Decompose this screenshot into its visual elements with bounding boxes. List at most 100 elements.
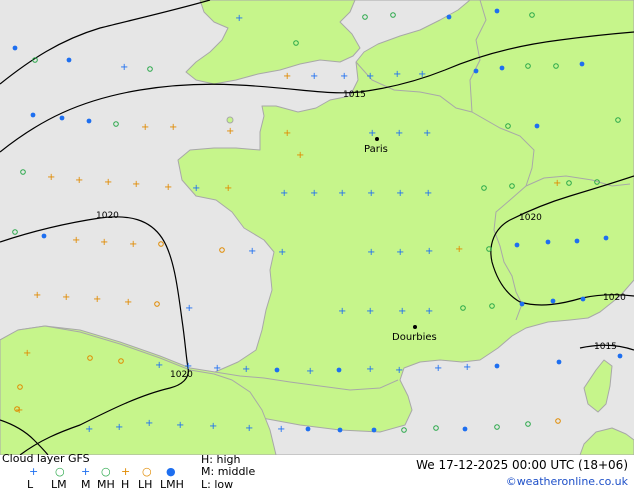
cloud-plus-icon: + (306, 366, 314, 377)
isobar-label: 1015 (594, 342, 617, 352)
cloud-orange-plus-icon: + (124, 297, 132, 308)
cloud-plus-icon: + (367, 188, 375, 199)
cloud-plus-icon: + (209, 421, 217, 432)
cloud-plus-icon: + (366, 364, 374, 375)
cloud-dot-icon (556, 359, 562, 365)
cloud-orange-plus-icon: + (455, 244, 463, 255)
blue-plus-icon: + (29, 465, 39, 478)
cloud-plus-icon: + (192, 183, 200, 194)
cloud-plus-icon: + (245, 423, 253, 434)
credit-link[interactable]: ©weatheronline.co.uk (506, 476, 628, 488)
legend-key-low: L: low (201, 478, 234, 491)
legend-code: H (121, 478, 130, 491)
cloud-plus-icon: + (310, 188, 318, 199)
isobar-label: 1015 (343, 90, 366, 100)
cloud-plus-icon: + (213, 363, 221, 374)
legend-code: LM (51, 478, 67, 491)
cloud-plus-icon: + (395, 128, 403, 139)
map-panel: 1015 1020 1020 1020 1020 1015 Paris Dour… (0, 0, 634, 455)
cloud-dot-icon (371, 427, 377, 433)
cloud-dot-icon (545, 239, 551, 245)
cloud-plus-icon: + (242, 364, 250, 375)
cloud-orange-plus-icon: + (283, 71, 291, 82)
cloud-plus-icon: + (338, 188, 346, 199)
legend-code: M (81, 478, 91, 491)
cloud-plus-icon: + (338, 306, 346, 317)
cloud-orange-plus-icon: + (226, 126, 234, 137)
cloud-dot-icon (336, 367, 342, 373)
cloud-plus-icon: + (120, 62, 128, 73)
cloud-dot-icon (534, 123, 540, 129)
cloud-plus-icon: + (176, 420, 184, 431)
legend-code: LMH (160, 478, 184, 491)
cloud-plus-icon: + (145, 418, 153, 429)
cloud-dot-icon (274, 367, 280, 373)
cloud-plus-icon: + (277, 424, 285, 435)
isobar-label: 1020 (519, 213, 542, 223)
cloud-orange-plus-icon: + (75, 175, 83, 186)
cloud-dot-icon (41, 233, 47, 239)
cloud-dot-icon (30, 112, 36, 118)
blue-dot-icon: ● (166, 465, 176, 478)
cloud-plus-icon: + (115, 422, 123, 433)
orange-ring-icon: ○ (142, 465, 152, 478)
cloud-plus-icon: + (424, 188, 432, 199)
cloud-plus-icon: + (367, 247, 375, 258)
cloud-dot-icon (580, 296, 586, 302)
cloud-layer-map: 1015 1020 1020 1020 1020 1015 Paris Dour… (0, 0, 634, 455)
cloud-plus-icon: + (248, 246, 256, 257)
city-label-dourbies: Dourbies (392, 332, 437, 343)
cloud-dot-icon (446, 14, 452, 20)
cloud-plus-icon: + (463, 362, 471, 373)
cloud-plus-icon: + (418, 69, 426, 80)
cloud-orange-plus-icon: + (72, 235, 80, 246)
isobar-label: 1020 (96, 211, 119, 221)
cloud-plus-icon: + (85, 424, 93, 435)
cloud-orange-plus-icon: + (93, 294, 101, 305)
legend-title: Cloud layer GFS (2, 452, 90, 465)
cloud-orange-plus-icon: + (129, 239, 137, 250)
orange-plus-icon: + (121, 465, 131, 478)
cloud-plus-icon: + (434, 363, 442, 374)
cloud-plus-icon: + (235, 13, 243, 24)
cloud-dot-icon (603, 235, 609, 241)
cloud-dot-icon (519, 301, 525, 307)
cloud-dot-icon (499, 65, 505, 71)
cloud-dot-icon (462, 426, 468, 432)
cloud-dot-icon (579, 61, 585, 67)
cloud-plus-icon: + (366, 71, 374, 82)
cloud-plus-icon: + (185, 303, 193, 314)
cloud-plus-icon: + (396, 188, 404, 199)
cloud-dot-icon (337, 427, 343, 433)
cloud-dot-icon (494, 8, 500, 14)
cloud-orange-plus-icon: + (553, 178, 561, 189)
cloud-orange-plus-icon: + (132, 179, 140, 190)
cloud-dot-icon (574, 238, 580, 244)
blue-ring-icon: ○ (55, 465, 65, 478)
legend-code: L (27, 478, 34, 491)
cloud-plus-icon: + (425, 246, 433, 257)
cloud-plus-icon: + (278, 247, 286, 258)
cloud-orange-plus-icon: + (33, 290, 41, 301)
cloud-plus-icon: + (368, 128, 376, 139)
cloud-orange-plus-icon: + (296, 150, 304, 161)
cloud-plus-icon: + (340, 71, 348, 82)
cloud-dot-icon (550, 298, 556, 304)
blue-plus-icon: + (81, 465, 91, 478)
cloud-orange-plus-icon: + (15, 405, 23, 416)
cloud-plus-icon: + (393, 69, 401, 80)
legend-bar: Cloud layer GFS + ○ + ○ + ○ ● L LM M MH … (0, 452, 634, 491)
cloud-orange-plus-icon: + (47, 172, 55, 183)
cloud-orange-plus-icon: + (169, 122, 177, 133)
cloud-plus-icon: + (280, 188, 288, 199)
blue-ring-icon: ○ (101, 465, 111, 478)
cloud-plus-icon: + (184, 361, 192, 372)
city-marker-dourbies (413, 325, 417, 329)
cloud-dot-icon (305, 426, 311, 432)
cloud-orange-plus-icon: + (104, 177, 112, 188)
isobar-label: 1020 (603, 293, 626, 303)
cloud-plus-icon: + (423, 128, 431, 139)
cloud-plus-icon: + (310, 71, 318, 82)
cloud-orange-plus-icon: + (164, 182, 172, 193)
cloud-plus-icon: + (155, 360, 163, 371)
